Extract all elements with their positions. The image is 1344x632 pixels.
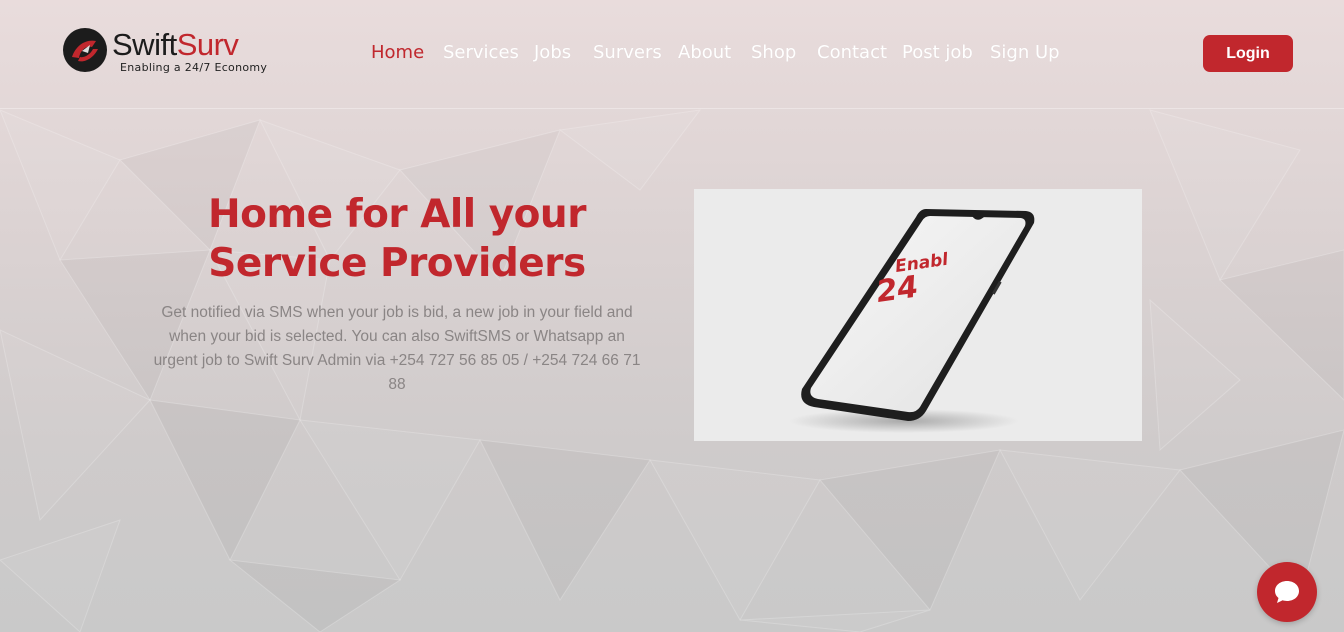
brand-name: SwiftSurv xyxy=(112,27,239,62)
login-button[interactable]: Login xyxy=(1203,35,1293,72)
nav-item-services[interactable]: Services xyxy=(443,42,519,63)
nav-item-survers[interactable]: Survers xyxy=(593,42,662,63)
nav-item-shop[interactable]: Shop xyxy=(751,42,796,63)
nav-item-contact[interactable]: Contact xyxy=(817,42,887,63)
nav-item-home[interactable]: Home xyxy=(371,42,424,63)
brand-logo[interactable]: SwiftSurv Enabling a 24/7 Economy xyxy=(62,26,267,78)
chat-widget-button[interactable] xyxy=(1257,562,1317,622)
nav-item-post-job[interactable]: Post job xyxy=(902,42,973,63)
hero-title: Home for All your Service Providers xyxy=(208,192,586,286)
chat-bubble-icon xyxy=(1275,581,1299,603)
brand-name-part2: Surv xyxy=(176,27,239,62)
logo-mark-icon xyxy=(63,28,107,72)
nav-item-about[interactable]: About xyxy=(678,42,731,63)
nav-item-sign-up[interactable]: Sign Up xyxy=(990,42,1060,63)
hero-section: Home for All your Service Providers Get … xyxy=(150,190,644,397)
brand-tagline: Enabling a 24/7 Economy xyxy=(120,61,268,74)
phone-illustration: Enabl 24 xyxy=(789,209,1035,433)
nav-item-jobs[interactable]: Jobs xyxy=(534,42,571,63)
hero-phone-image: Enabl 24 xyxy=(694,189,1142,441)
site-header: SwiftSurv Enabling a 24/7 Economy Home S… xyxy=(0,0,1344,109)
phone-screen-text-line2: 24 xyxy=(874,269,920,309)
hero-description: Get notified via SMS when your job is bi… xyxy=(153,304,641,393)
brand-name-part1: Swift xyxy=(112,27,177,62)
